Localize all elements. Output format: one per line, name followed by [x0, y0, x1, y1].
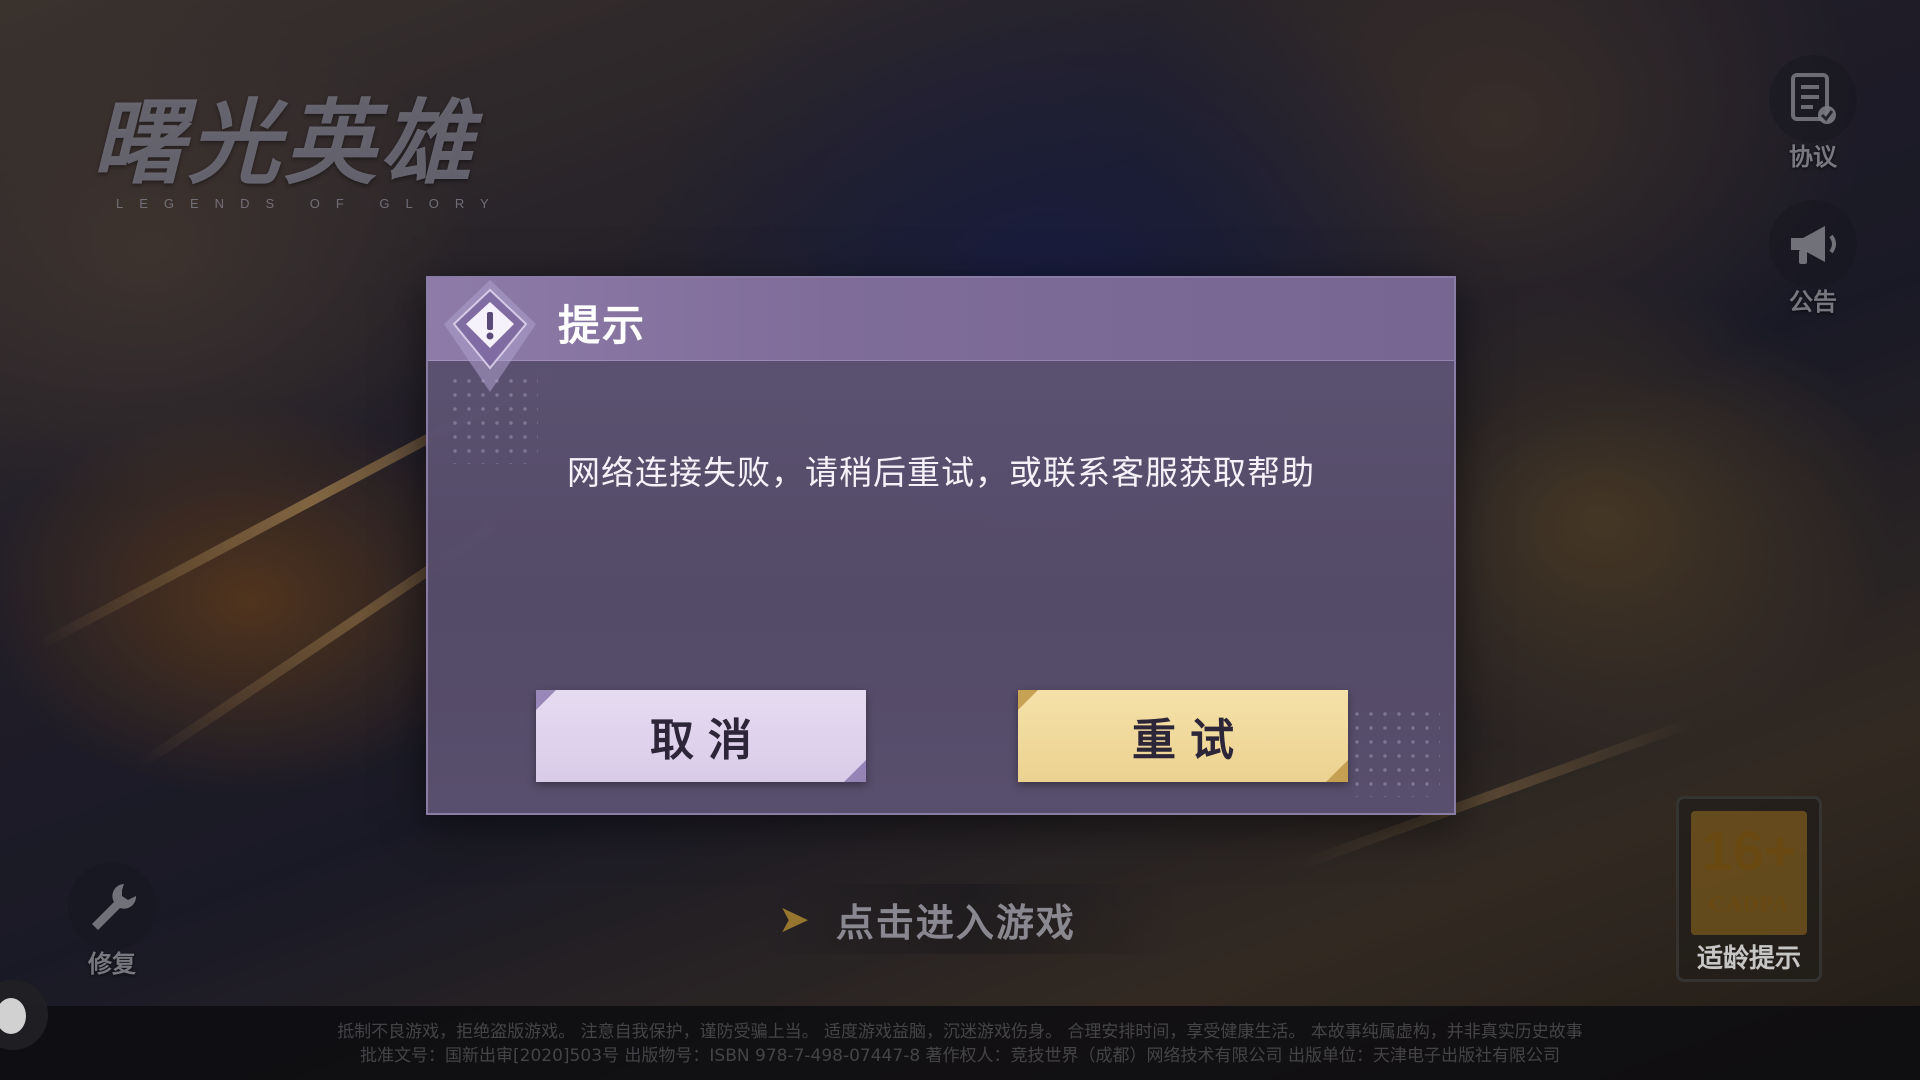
button-corner-accent [1018, 690, 1038, 710]
button-corner-accent [1326, 760, 1348, 782]
retry-button[interactable]: 重试 [1018, 690, 1348, 782]
retry-button-label: 重试 [1132, 715, 1248, 766]
button-corner-accent [844, 760, 866, 782]
button-corner-accent [536, 690, 556, 710]
dialog-message: 网络连接失败，请稍后重试，或联系客服获取帮助 [567, 453, 1315, 492]
cancel-button-label: 取消 [650, 715, 766, 766]
dialog-title: 提示 [558, 301, 647, 350]
network-error-dialog: 提示 网络连接失败，请稍后重试，或联系客服获取帮助 取消 重试 [426, 276, 1456, 815]
cancel-button[interactable]: 取消 [536, 690, 866, 782]
decorative-dots [1350, 707, 1440, 797]
